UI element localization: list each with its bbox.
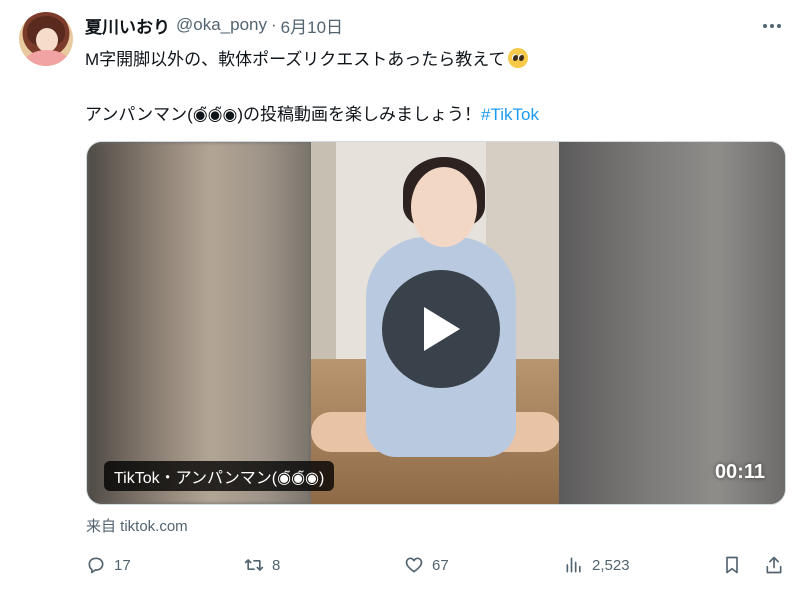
- header-separator: ·: [271, 15, 277, 34]
- more-icon[interactable]: [762, 16, 782, 36]
- video-duration: 00:11: [714, 461, 765, 483]
- tweet-date[interactable]: 6月10日: [281, 13, 343, 38]
- avatar[interactable]: [19, 12, 73, 66]
- tweet-text-line-2: アンパンマン(◉̃◉̃◉)の投稿動画を楽しみましょう！#TikTok: [85, 100, 539, 125]
- video-blur-left: [87, 142, 311, 504]
- bookmark-button[interactable]: [722, 552, 742, 578]
- video-blur-right: [559, 142, 785, 504]
- thumbnail-face: [411, 167, 477, 247]
- reply-icon: [88, 557, 104, 574]
- display-name[interactable]: 夏川いおり: [85, 13, 170, 38]
- reply-count: 17: [114, 556, 131, 574]
- like-count: 67: [432, 556, 449, 574]
- repost-button[interactable]: 8: [244, 552, 280, 578]
- bookmark-icon: [726, 556, 738, 574]
- hashtag-link[interactable]: #TikTok: [481, 105, 539, 124]
- like-icon: [405, 557, 423, 573]
- tweet-actions: 17 8 67 2,523: [86, 552, 786, 578]
- user-handle[interactable]: @oka_pony: [176, 15, 267, 35]
- repost-count: 8: [272, 556, 281, 574]
- tweet-text-line-1: M字開脚以外の、軟体ポーズリクエストあったら教えて: [85, 45, 529, 70]
- share-button[interactable]: [764, 552, 784, 578]
- link-source[interactable]: 来自 tiktok.com: [86, 515, 188, 536]
- tweet-text: M字開脚以外の、軟体ポーズリクエストあったら教えて: [85, 50, 506, 69]
- tweet-header: 夏川いおり @oka_pony · 6月10日: [85, 13, 343, 38]
- play-button[interactable]: [382, 270, 500, 388]
- repost-icon: [244, 559, 264, 571]
- video-card[interactable]: TikTok・アンパンマン(◉̃◉̃◉) 00:11: [86, 141, 786, 505]
- like-button[interactable]: 67: [404, 552, 449, 578]
- reply-button[interactable]: 17: [86, 552, 131, 578]
- avatar-body: [25, 50, 69, 66]
- views-button[interactable]: 2,523: [564, 552, 630, 578]
- tweet-text-2: アンパンマン(◉̃◉̃◉)の投稿動画を楽しみましょう！: [85, 105, 481, 124]
- views-icon: [566, 557, 581, 573]
- video-source-chip[interactable]: TikTok・アンパンマン(◉̃◉̃◉): [104, 461, 335, 491]
- share-icon: [766, 556, 782, 574]
- views-count: 2,523: [592, 556, 630, 574]
- play-icon: [424, 307, 460, 351]
- pleading-face-emoji: [508, 48, 529, 68]
- avatar-face: [36, 28, 58, 52]
